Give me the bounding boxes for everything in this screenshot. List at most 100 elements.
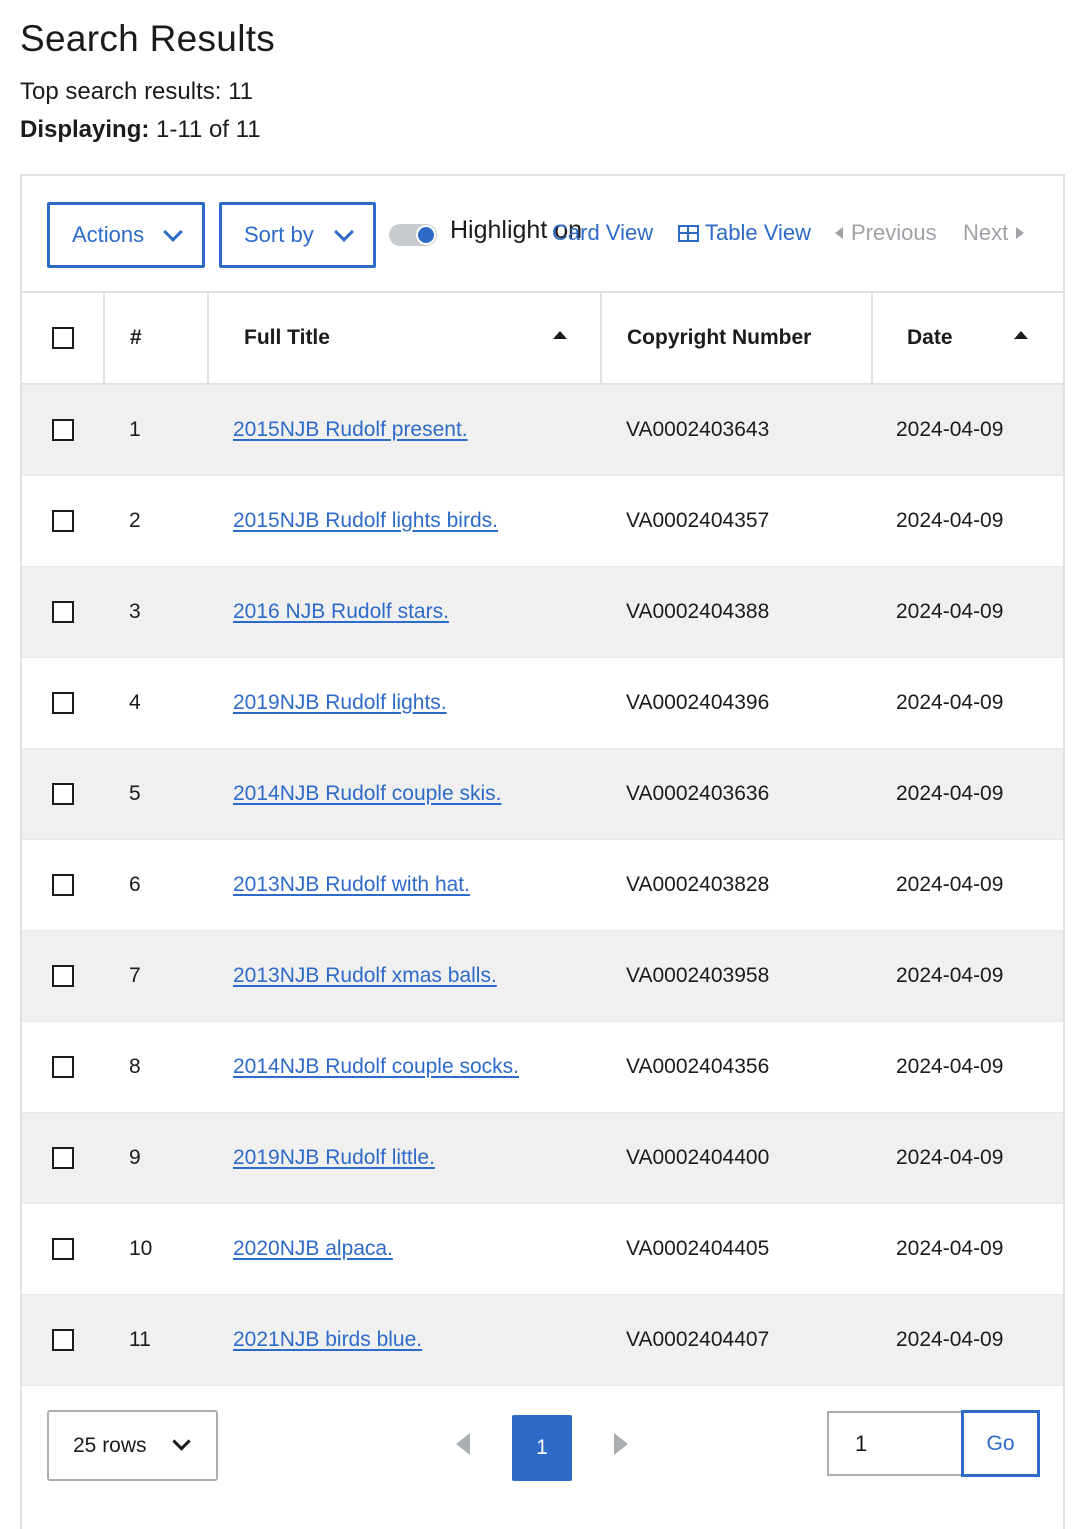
table-row: 11 2021NJB birds blue. VA0002404407 2024…	[22, 1294, 1063, 1386]
table-row: 9 2019NJB Rudolf little. VA0002404400 20…	[22, 1112, 1063, 1204]
previous-label: Previous	[851, 220, 937, 245]
row-checkbox[interactable]	[52, 509, 74, 532]
row-number: 10	[104, 1203, 208, 1295]
table-row: 2 2015NJB Rudolf lights birds. VA0002404…	[22, 475, 1063, 567]
card-view-link[interactable]: Card View	[552, 220, 653, 246]
toggle-knob	[416, 225, 436, 245]
current-page-button[interactable]: 1	[512, 1415, 572, 1481]
page-number-input[interactable]	[827, 1411, 963, 1476]
table-row: 5 2014NJB Rudolf couple skis. VA00024036…	[22, 748, 1063, 840]
copyright-number: VA0002403636	[601, 748, 872, 840]
actions-label: Actions	[72, 222, 145, 247]
row-checkbox[interactable]	[52, 1328, 74, 1351]
actions-dropdown-button[interactable]: Actions	[47, 202, 205, 268]
sort-by-label: Sort by	[244, 222, 314, 247]
column-header-full-title[interactable]: Full Title	[208, 293, 602, 385]
previous-page-arrow-icon[interactable]	[456, 1433, 470, 1455]
go-button[interactable]: Go	[961, 1410, 1040, 1477]
table-row: 1 2015NJB Rudolf present. VA0002403643 2…	[22, 384, 1063, 476]
row-checkbox[interactable]	[52, 873, 74, 896]
record-title-link[interactable]: 2019NJB Rudolf little.	[233, 1146, 435, 1169]
sort-ascending-icon[interactable]	[553, 331, 567, 339]
next-page-arrow-icon[interactable]	[614, 1433, 628, 1455]
record-date: 2024-04-09	[872, 748, 1063, 840]
select-all-header	[22, 293, 105, 385]
column-header-number: #	[104, 293, 209, 385]
chevron-down-icon	[172, 1432, 191, 1451]
full-title-header-label: Full Title	[244, 326, 330, 349]
record-date: 2024-04-09	[872, 566, 1063, 658]
row-checkbox[interactable]	[52, 782, 74, 805]
caret-left-icon	[835, 227, 843, 239]
rows-per-page-select[interactable]: 25 rows	[47, 1410, 218, 1481]
column-header-date[interactable]: Date	[872, 293, 1063, 385]
table-view-link[interactable]: Table View	[678, 220, 811, 246]
record-date: 2024-04-09	[872, 1021, 1063, 1113]
sort-ascending-icon[interactable]	[1014, 331, 1028, 339]
row-number: 11	[104, 1294, 208, 1386]
results-table: # Full Title Copyright Number Date 1 201…	[22, 293, 1063, 1386]
card-view-label: Card View	[552, 220, 654, 245]
record-title-link[interactable]: 2014NJB Rudolf couple skis.	[233, 782, 501, 805]
copyright-number: VA0002404405	[601, 1203, 872, 1295]
select-all-checkbox[interactable]	[52, 327, 74, 350]
row-number: 1	[104, 384, 208, 476]
record-title-link[interactable]: 2020NJB alpaca.	[233, 1237, 393, 1260]
record-date: 2024-04-09	[872, 657, 1063, 749]
top-results-count: Top search results: 11	[20, 78, 254, 105]
row-checkbox[interactable]	[52, 691, 74, 714]
next-page-link[interactable]: Next	[963, 220, 1025, 246]
record-date: 2024-04-09	[872, 1203, 1063, 1295]
record-date: 2024-04-09	[872, 384, 1063, 476]
record-title-link[interactable]: 2015NJB Rudolf lights birds.	[233, 509, 498, 532]
copyright-number: VA0002404400	[601, 1112, 872, 1204]
copyright-number: VA0002404396	[601, 657, 872, 749]
record-title-link[interactable]: 2014NJB Rudolf couple socks.	[233, 1055, 519, 1078]
displaying-value: 1-11 of 11	[156, 116, 261, 143]
copyright-number: VA0002403828	[601, 839, 872, 931]
displaying-label: Displaying:	[20, 116, 150, 143]
record-title-link[interactable]: 2013NJB Rudolf with hat.	[233, 873, 470, 896]
previous-page-link[interactable]: Previous	[835, 220, 937, 246]
rows-per-page-value: 25 rows	[73, 1433, 147, 1457]
row-checkbox[interactable]	[52, 1055, 74, 1078]
chevron-down-icon	[334, 222, 354, 242]
next-label: Next	[963, 220, 1009, 245]
record-date: 2024-04-09	[872, 1112, 1063, 1204]
chevron-down-icon	[163, 222, 183, 242]
record-title-link[interactable]: 2015NJB Rudolf present.	[233, 418, 468, 441]
table-row: 8 2014NJB Rudolf couple socks. VA0002404…	[22, 1021, 1063, 1113]
table-view-label: Table View	[705, 220, 811, 245]
row-number: 9	[104, 1112, 208, 1204]
row-number: 5	[104, 748, 208, 840]
row-number: 7	[104, 930, 208, 1022]
pagination-footer: 25 rows 1 Go	[22, 1386, 1063, 1529]
copyright-number: VA0002403643	[601, 384, 872, 476]
copyright-number: VA0002404407	[601, 1294, 872, 1386]
record-title-link[interactable]: 2021NJB birds blue.	[233, 1328, 422, 1351]
row-checkbox[interactable]	[52, 964, 74, 987]
sort-by-dropdown-button[interactable]: Sort by	[219, 202, 376, 268]
row-checkbox[interactable]	[52, 1146, 74, 1169]
date-header-label: Date	[907, 326, 953, 349]
table-row: 3 2016 NJB Rudolf stars. VA0002404388 20…	[22, 566, 1063, 658]
table-row: 6 2013NJB Rudolf with hat. VA0002403828 …	[22, 839, 1063, 931]
record-date: 2024-04-09	[872, 1294, 1063, 1386]
row-number: 4	[104, 657, 208, 749]
record-title-link[interactable]: 2016 NJB Rudolf stars.	[233, 600, 449, 623]
row-checkbox[interactable]	[52, 1237, 74, 1260]
displaying-range: Displaying: 1-11 of 11	[20, 116, 261, 144]
copyright-number: VA0002404388	[601, 566, 872, 658]
highlight-toggle[interactable]	[389, 224, 437, 246]
copyright-number: VA0002403958	[601, 930, 872, 1022]
row-number: 2	[104, 475, 208, 567]
row-checkbox[interactable]	[52, 600, 74, 623]
row-checkbox[interactable]	[52, 419, 74, 442]
table-row: 10 2020NJB alpaca. VA0002404405 2024-04-…	[22, 1203, 1063, 1295]
record-title-link[interactable]: 2013NJB Rudolf xmas balls.	[233, 964, 497, 987]
table-row: 7 2013NJB Rudolf xmas balls. VA000240395…	[22, 930, 1063, 1022]
record-title-link[interactable]: 2019NJB Rudolf lights.	[233, 691, 447, 714]
record-date: 2024-04-09	[872, 930, 1063, 1022]
row-number: 3	[104, 566, 208, 658]
column-header-copyright-number: Copyright Number	[601, 293, 873, 385]
